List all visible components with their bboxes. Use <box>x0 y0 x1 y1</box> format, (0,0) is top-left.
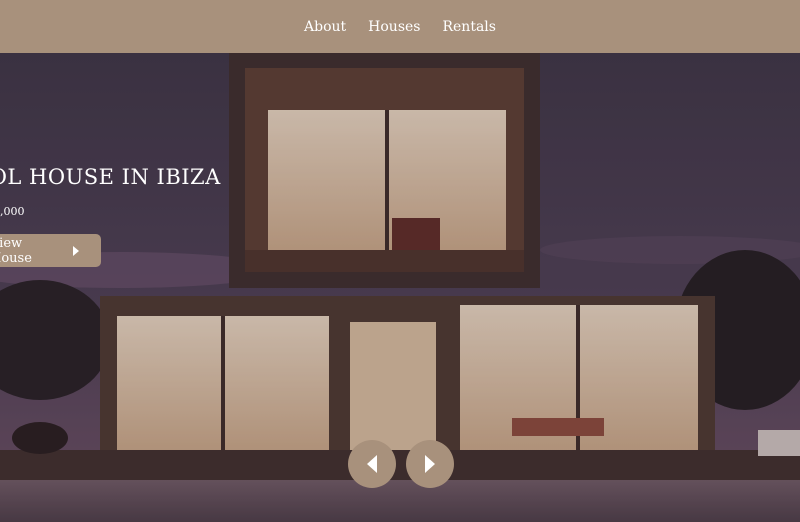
hero-price: 00,000 <box>0 205 25 218</box>
hero-house-image <box>0 53 800 522</box>
view-house-button[interactable]: View House <box>0 234 101 267</box>
chevron-right-icon <box>425 455 435 473</box>
chevron-left-icon <box>367 455 377 473</box>
nav-link-houses[interactable]: Houses <box>368 19 420 35</box>
view-house-label: View House <box>0 235 32 266</box>
nav-link-about[interactable]: About <box>304 19 346 35</box>
top-navigation: About Houses Rentals <box>0 0 800 53</box>
triangle-right-icon <box>73 245 79 256</box>
hero-slider <box>0 53 800 522</box>
slider-prev-button[interactable] <box>348 440 396 488</box>
slider-next-button[interactable] <box>406 440 454 488</box>
nav-link-rentals[interactable]: Rentals <box>442 19 495 35</box>
hero-title: OOL HOUSE IN IBIZA <box>0 165 221 189</box>
